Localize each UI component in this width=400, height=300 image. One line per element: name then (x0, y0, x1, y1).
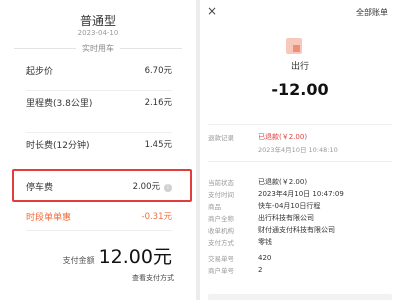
info-icon[interactable]: i (164, 184, 172, 192)
divider (26, 132, 172, 133)
fare-value-wrap: 2.00元 i (133, 180, 172, 192)
refund-time: 2023年4月10日 10:48:10 (258, 146, 338, 154)
detail-value: 出行科技有限公司 (258, 214, 314, 222)
detail-row-status: 当前状态 已退款(￥2.00) (208, 176, 396, 188)
fare-row-discount: 时段单单惠 -0.31元 (26, 210, 173, 223)
divider (208, 161, 392, 162)
fare-row-mileage: 里程费(3.8公里) 2.16元 (26, 96, 172, 109)
fare-row-duration: 时长费(12分钟) 1.45元 (26, 138, 172, 151)
detail-label: 支付时间 (208, 191, 234, 199)
total-label: 支付金额 (62, 256, 95, 265)
bottom-card-edge (208, 294, 392, 300)
view-payment-method-link[interactable]: 查看支付方式 (132, 273, 174, 283)
trip-date: 2023-04-10 (77, 29, 119, 37)
fare-row-start-price: 起步价 6.70元 (26, 64, 172, 77)
divider (26, 90, 172, 91)
divider (26, 230, 172, 231)
car-type-title: 普通型 (79, 14, 116, 28)
detail-label: 商户单号 (208, 267, 234, 275)
bill-detail-panel: × 全部账单 出行 -12.00 退款记录 已退款(￥2.00) 2023年4月… (200, 0, 400, 300)
fare-label: 时长费(12分钟) (26, 140, 90, 151)
divider (208, 124, 392, 125)
detail-value: 快车-04月10日行程 (258, 202, 321, 210)
detail-row-pay-time: 支付时间 2023年4月10日 10:47:09 (208, 188, 396, 200)
discount-value: -0.31元 (141, 212, 173, 222)
refund-value: 已退款(￥2.00) (258, 133, 308, 141)
fare-detail-panel: 普通型 2023-04-10 实时用车 起步价 6.70元 里程费(3.8公里)… (0, 0, 196, 300)
fare-value: 1.45元 (144, 140, 172, 150)
detail-row-merchant-order-id: 商户单号 2 (208, 264, 396, 276)
detail-label: 商品 (208, 203, 221, 211)
detail-row-pay-method: 支付方式 零钱 (208, 236, 396, 248)
fare-value: 2.00元 (132, 182, 160, 192)
detail-label: 商户全称 (208, 215, 234, 223)
detail-label: 支付方式 (208, 239, 234, 247)
all-bills-link[interactable]: 全部账单 (356, 7, 388, 18)
detail-label: 收单机构 (208, 227, 234, 235)
fare-value: 2.16元 (144, 98, 172, 108)
detail-label: 交易单号 (208, 255, 234, 263)
detail-row-acquirer: 收单机构 财付通支付科技有限公司 (208, 224, 396, 236)
divider (120, 48, 182, 49)
total-amount: 12.00元 (98, 246, 172, 268)
refund-time-row: 2023年4月10日 10:48:10 (208, 143, 396, 155)
detail-value[interactable]: 420 (258, 254, 271, 262)
fare-value: 6.70元 (144, 66, 172, 76)
detail-label: 当前状态 (208, 179, 234, 187)
section-header: 实时用车 (14, 43, 182, 54)
detail-row-product: 商品 快车-04月10日行程 (208, 200, 396, 212)
detail-row-transaction-id: 交易单号 420 (208, 252, 396, 264)
fare-label: 起步价 (26, 66, 54, 77)
fare-label: 里程费(3.8公里) (26, 98, 93, 109)
detail-row-merchant: 商户全称 出行科技有限公司 (208, 212, 396, 224)
close-icon[interactable]: × (207, 4, 217, 18)
detail-label: 退款记录 (208, 134, 234, 142)
total-payment: 支付金额 12.00元 (0, 242, 196, 269)
discount-label: 时段单单惠 (26, 212, 72, 223)
divider (14, 48, 76, 49)
fare-label: 停车费 (26, 182, 54, 193)
detail-value: 2023年4月10日 10:47:09 (258, 190, 344, 198)
fare-row-parking: 停车费 2.00元 i (26, 180, 172, 193)
section-label: 实时用车 (82, 44, 114, 53)
merchant-logo-icon (286, 38, 302, 54)
detail-value[interactable]: 2 (258, 266, 262, 274)
merchant-name: 出行 (290, 62, 309, 72)
detail-value: 零钱 (258, 238, 272, 246)
detail-value: 财付通支付科技有限公司 (258, 226, 335, 234)
refund-record-row[interactable]: 退款记录 已退款(￥2.00) (208, 131, 396, 143)
detail-value: 已退款(￥2.00) (258, 178, 308, 186)
transaction-amount: -12.00 (271, 80, 329, 99)
